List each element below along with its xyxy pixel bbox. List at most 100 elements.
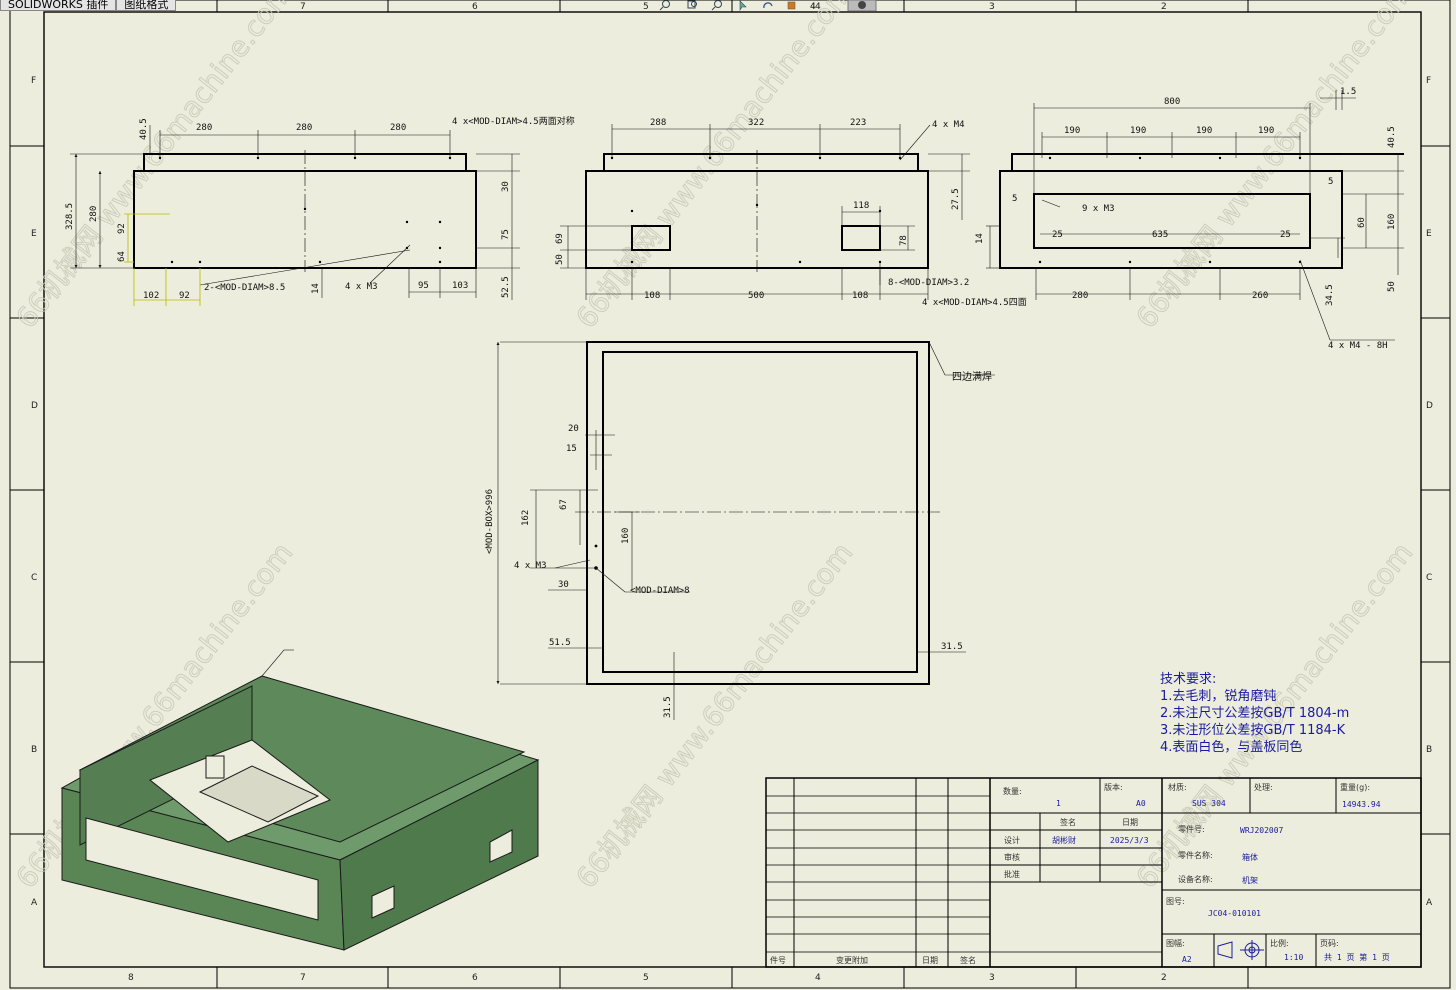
scale-value: 1:10 bbox=[1284, 953, 1303, 962]
zone-bottom: 7 bbox=[300, 973, 306, 983]
qty-value: 1 bbox=[1056, 799, 1061, 808]
drawing-no-value: JC04-010101 bbox=[1208, 909, 1261, 918]
zone-bottom: 6 bbox=[472, 973, 478, 983]
dim-label: 118 bbox=[853, 201, 869, 211]
side-view-flange bbox=[603, 153, 919, 171]
version-label: 版本: bbox=[1104, 782, 1123, 792]
part-name-label: 零件名称: bbox=[1178, 850, 1213, 860]
drawing-no-label: 图号: bbox=[1166, 897, 1185, 906]
weight-label: 重量(g): bbox=[1340, 782, 1370, 792]
dim-label: 51.5 bbox=[549, 638, 571, 648]
dim-label: 5 bbox=[1328, 177, 1333, 187]
dim-label: 280 bbox=[89, 206, 99, 222]
design-date-value: 2025/3/3 bbox=[1110, 836, 1149, 845]
dim-label: 60 bbox=[1357, 217, 1367, 228]
zone-bottom: 2 bbox=[1161, 973, 1167, 983]
zone-bottom: 4 bbox=[815, 973, 821, 983]
side-view-cutout-right bbox=[841, 225, 881, 251]
version-value: A0 bbox=[1136, 799, 1146, 808]
qty-label: 数量: bbox=[1003, 786, 1022, 796]
dim-label: 322 bbox=[748, 118, 764, 128]
tab-sheet-format[interactable]: 图纸格式 bbox=[116, 0, 177, 11]
zone-right: B bbox=[1426, 745, 1432, 755]
dim-label: 40.5 bbox=[139, 118, 149, 140]
zone-top: 5 bbox=[643, 2, 649, 12]
dim-label: 4 x M4 - 8H bbox=[1328, 341, 1388, 351]
tech-item: 2.未注尺寸公差按GB/T 1804-m bbox=[1160, 706, 1350, 721]
drawing-sheet[interactable]: 7 6 5 4 3 2 8 7 6 5 4 3 2 F E D C B A F … bbox=[0, 0, 1456, 990]
dim-label: 103 bbox=[452, 281, 468, 291]
zoom-area-icon[interactable] bbox=[687, 0, 697, 9]
dim-label: 52.5 bbox=[501, 276, 511, 298]
isometric-model[interactable] bbox=[60, 649, 540, 951]
part-name-value: 箱体 bbox=[1242, 852, 1258, 862]
right-view[interactable]: 800 1.5 190 190 190 190 40.5 5 5 9 x M3 … bbox=[975, 87, 1404, 351]
treatment-label: 处理: bbox=[1254, 782, 1273, 792]
dim-label: 64 bbox=[117, 251, 127, 262]
tab-bar: SOLIDWORKS 插件 图纸格式 bbox=[0, 0, 177, 11]
size-label: 图幅: bbox=[1166, 938, 1185, 948]
tech-item: 3.未注形位公差按GB/T 1184-K bbox=[1160, 723, 1346, 738]
dim-label: <MOD-BOX>996 bbox=[485, 489, 495, 554]
dim-label: 160 bbox=[621, 528, 631, 544]
tech-item: 4.表面白色，与盖板同色 bbox=[1160, 740, 1303, 755]
dim-label: 280 bbox=[1072, 291, 1088, 301]
equip-label: 设备名称: bbox=[1178, 874, 1213, 884]
zoom-in-icon[interactable] bbox=[711, 0, 722, 11]
design-label: 设计 bbox=[1004, 835, 1020, 845]
dim-label: 31.5 bbox=[941, 642, 963, 652]
dim-label: 67 bbox=[559, 499, 569, 510]
zone-top: 7 bbox=[300, 2, 306, 12]
zone-right: E bbox=[1426, 229, 1432, 239]
right-view-body bbox=[999, 170, 1343, 269]
dim-label: <MOD-DIAM>8 bbox=[630, 586, 690, 596]
rotate-icon[interactable] bbox=[763, 2, 773, 9]
dim-label: 25 bbox=[1052, 230, 1063, 240]
zoom-fit-icon[interactable] bbox=[659, 0, 670, 11]
tab-solidworks-plugin[interactable]: SOLIDWORKS 插件 bbox=[0, 0, 117, 11]
size-value: A2 bbox=[1182, 955, 1192, 964]
dim-label: 14 bbox=[975, 233, 985, 244]
dim-label: 9 x M3 bbox=[1082, 204, 1115, 214]
dim-label: 4 x M3 bbox=[514, 561, 547, 571]
title-block-text: 数量: 1 版本: A0 材质: SUS 304 处理: 重量(g): 1494… bbox=[770, 782, 1390, 965]
scale-label: 比例: bbox=[1270, 938, 1289, 948]
select-icon[interactable] bbox=[739, 0, 747, 11]
zone-right: A bbox=[1426, 898, 1433, 908]
dim-label: 102 bbox=[143, 291, 159, 301]
projection-symbol-icon bbox=[1217, 940, 1264, 960]
dim-label: 4 x M4 bbox=[932, 120, 965, 130]
dim-label: 20 bbox=[568, 424, 579, 434]
tech-title: 技术要求: bbox=[1160, 672, 1217, 687]
part-no-value: WRJ202007 bbox=[1240, 826, 1284, 835]
change-file-label: 变更附加 bbox=[836, 955, 868, 965]
dim-label: 92 bbox=[179, 291, 190, 301]
weld-note: 四边满焊 bbox=[952, 371, 992, 383]
dim-label: 4 x<MOD-DIAM>4.5四面 bbox=[922, 297, 1027, 308]
zone-left: E bbox=[31, 229, 37, 239]
zone-left: B bbox=[31, 745, 37, 755]
display-style-icon[interactable] bbox=[847, 0, 877, 11]
view-orient-icon[interactable]: 4 bbox=[787, 1, 816, 11]
zone-right: F bbox=[1426, 76, 1431, 86]
zone-left: A bbox=[31, 898, 38, 908]
technical-requirements: 技术要求: 1.去毛刺，锐角磨钝 2.未注尺寸公差按GB/T 1804-m 3.… bbox=[1160, 671, 1349, 756]
dim-label: 190 bbox=[1258, 126, 1274, 136]
dim-label: 4 x M3 bbox=[345, 282, 378, 292]
dim-label: 50 bbox=[1387, 281, 1397, 292]
weight-value: 14943.94 bbox=[1342, 800, 1381, 809]
page-value: 共 1 页 第 1 页 bbox=[1324, 952, 1390, 962]
dim-label: 162 bbox=[521, 510, 531, 526]
dim-label: 25 bbox=[1280, 230, 1291, 240]
dim-label: 800 bbox=[1164, 97, 1180, 107]
right-view-flange bbox=[1011, 153, 1404, 171]
dim-label: 40.5 bbox=[1387, 126, 1397, 148]
dim-label: 280 bbox=[390, 123, 406, 133]
dim-label: 5 bbox=[1012, 194, 1017, 204]
dim-label: 34.5 bbox=[1325, 284, 1335, 306]
zone-left: F bbox=[31, 76, 36, 86]
dim-label: 27.5 bbox=[951, 188, 961, 210]
watermark: 66机械网 www.66machine.com bbox=[570, 0, 860, 334]
dim-label: 328.5 bbox=[65, 203, 75, 230]
heads-up-toolbar: 4 bbox=[659, 0, 877, 11]
